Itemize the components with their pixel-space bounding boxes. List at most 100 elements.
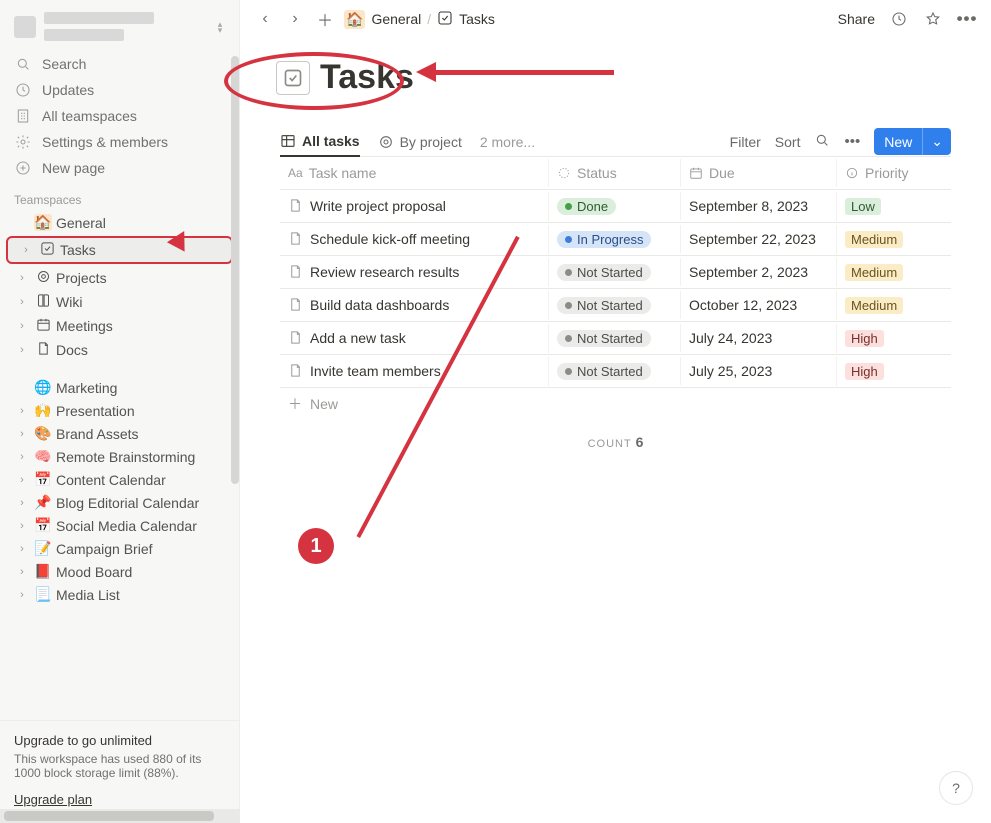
sidebar-new-page[interactable]: New page <box>6 155 233 181</box>
sidebar-item-media-list[interactable]: ›📃Media List <box>0 583 239 606</box>
workspace-switcher[interactable]: ▴▾ <box>0 0 239 49</box>
filter-button[interactable]: Filter <box>730 134 761 150</box>
upgrade-plan-link[interactable]: Upgrade plan <box>14 792 92 807</box>
table-row[interactable]: Invite team membersNot StartedJuly 25, 2… <box>280 355 951 388</box>
chevron-right-icon[interactable]: › <box>14 405 30 417</box>
col-status[interactable]: Status <box>548 159 680 187</box>
share-button[interactable]: Share <box>838 11 875 27</box>
building-icon <box>14 107 32 125</box>
emoji-icon: 🌐 <box>34 379 52 396</box>
chevron-right-icon[interactable]: › <box>14 296 30 308</box>
chevron-right-icon[interactable]: › <box>14 543 30 555</box>
status-badge: Not Started <box>557 264 651 281</box>
sidebar-updates[interactable]: Updates <box>6 77 233 103</box>
sidebar-item-docs[interactable]: ›Docs <box>0 338 239 362</box>
new-page-button[interactable]: ＋ <box>314 8 336 30</box>
page-title[interactable]: Tasks <box>320 58 414 97</box>
sidebar-item-meetings[interactable]: ›Meetings <box>0 314 239 338</box>
sort-button[interactable]: Sort <box>775 134 801 150</box>
priority-badge: Medium <box>845 231 903 248</box>
sidebar-item-marketing[interactable]: 🌐Marketing <box>0 376 239 399</box>
col-due[interactable]: Due <box>680 159 836 187</box>
upgrade-body: This workspace has used 880 of its 1000 … <box>14 752 225 780</box>
help-button[interactable]: ? <box>939 771 973 805</box>
emoji-icon: 🏠 <box>34 214 52 231</box>
sidebar-h-scroll[interactable] <box>0 809 240 823</box>
sidebar-item-content-calendar[interactable]: ›📅Content Calendar <box>0 468 239 491</box>
sidebar-item-blog-editorial-calendar[interactable]: ›📌Blog Editorial Calendar <box>0 491 239 514</box>
sidebar-item-campaign-brief[interactable]: ›📝Campaign Brief <box>0 537 239 560</box>
chevron-right-icon[interactable]: › <box>18 244 34 256</box>
due-cell: September 22, 2023 <box>680 225 836 253</box>
table-icon <box>280 133 296 149</box>
col-priority[interactable]: Priority <box>836 159 928 187</box>
chevron-right-icon[interactable]: › <box>14 451 30 463</box>
chevron-right-icon[interactable]: › <box>14 589 30 601</box>
sidebar-item-general[interactable]: 🏠General <box>0 211 239 234</box>
page-icon[interactable] <box>276 61 310 95</box>
chevron-right-icon[interactable]: › <box>14 272 30 284</box>
workspace-expand-icon[interactable]: ▴▾ <box>211 18 229 36</box>
due-cell: July 24, 2023 <box>680 324 836 352</box>
more-views[interactable]: 2 more... <box>480 134 535 150</box>
nav-back-button[interactable]: ‹ <box>254 8 276 30</box>
col-task-name[interactable]: AaTask name <box>280 159 548 187</box>
redacted-workspace-name <box>44 12 154 24</box>
due-cell: September 8, 2023 <box>680 192 836 220</box>
sidebar-item-mood-board[interactable]: ›📕Mood Board <box>0 560 239 583</box>
breadcrumb-tasks[interactable]: Tasks <box>459 11 495 27</box>
tab-all-tasks[interactable]: All tasks <box>280 127 360 157</box>
clock-icon[interactable] <box>889 9 909 29</box>
sidebar-item-social-media-calendar[interactable]: ›📅Social Media Calendar <box>0 514 239 537</box>
sidebar-item-brand-assets[interactable]: ›🎨Brand Assets <box>0 422 239 445</box>
chevron-down-icon[interactable]: ⌄ <box>922 128 951 155</box>
table-row[interactable]: Review research resultsNot StartedSeptem… <box>280 256 951 289</box>
sidebar-item-tasks[interactable]: ›Tasks <box>6 236 233 264</box>
due-cell: October 12, 2023 <box>680 291 836 319</box>
chevron-right-icon[interactable]: › <box>14 497 30 509</box>
add-row[interactable]: ＋New <box>280 388 951 420</box>
table-row[interactable]: Build data dashboardsNot StartedOctober … <box>280 289 951 322</box>
table-row[interactable]: Write project proposalDoneSeptember 8, 2… <box>280 190 951 223</box>
search-icon[interactable] <box>814 132 830 152</box>
row-count: COUNT 6 <box>280 420 951 464</box>
page-icon <box>288 330 304 346</box>
checkbox-icon <box>437 10 453 29</box>
more-icon[interactable]: ••• <box>957 9 977 29</box>
sidebar-item-presentation[interactable]: ›🙌Presentation <box>0 399 239 422</box>
chevron-right-icon[interactable]: › <box>14 428 30 440</box>
tab-by-project[interactable]: By project <box>378 128 462 156</box>
chevron-right-icon[interactable]: › <box>14 320 30 332</box>
plus-icon <box>14 159 32 177</box>
table-row[interactable]: Add a new taskNot StartedJuly 24, 2023Hi… <box>280 322 951 355</box>
sidebar-item-projects[interactable]: ›Projects <box>0 266 239 290</box>
sidebar-scrollbar[interactable] <box>231 56 239 484</box>
sidebar-search[interactable]: Search <box>6 51 233 77</box>
sidebar-settings-members[interactable]: Settings & members <box>6 129 233 155</box>
annotation-marker-1: 1 <box>298 528 334 564</box>
chevron-right-icon[interactable]: › <box>14 474 30 486</box>
page-emoji-icon: 🎨 <box>34 425 52 442</box>
page-emoji-icon: 🙌 <box>34 402 52 419</box>
star-icon[interactable] <box>923 9 943 29</box>
breadcrumb[interactable]: 🏠 General / Tasks <box>344 10 495 29</box>
page-emoji-icon <box>38 241 56 259</box>
sidebar-item-remote-brainstorming[interactable]: ›🧠Remote Brainstorming <box>0 445 239 468</box>
chevron-right-icon[interactable]: › <box>14 344 30 356</box>
breadcrumb-general[interactable]: General <box>371 11 421 27</box>
new-button[interactable]: New ⌄ <box>874 128 951 155</box>
main: ‹ › ＋ 🏠 General / Tasks Share ••• Tasks <box>240 0 991 823</box>
priority-badge: High <box>845 330 884 347</box>
chevron-right-icon[interactable]: › <box>14 520 30 532</box>
page-emoji-icon <box>34 317 52 335</box>
sidebar-all-teamspaces[interactable]: All teamspaces <box>6 103 233 129</box>
page-emoji-icon: 📅 <box>34 517 52 534</box>
teamspaces-heading: Teamspaces <box>0 183 239 211</box>
chevron-right-icon[interactable]: › <box>14 566 30 578</box>
nav-forward-button[interactable]: › <box>284 8 306 30</box>
page-emoji-icon: 📝 <box>34 540 52 557</box>
sidebar-item-wiki[interactable]: ›Wiki <box>0 290 239 314</box>
ellipsis-icon[interactable]: ••• <box>844 133 860 150</box>
table-row[interactable]: Schedule kick-off meetingIn ProgressSept… <box>280 223 951 256</box>
target-icon <box>378 134 394 150</box>
